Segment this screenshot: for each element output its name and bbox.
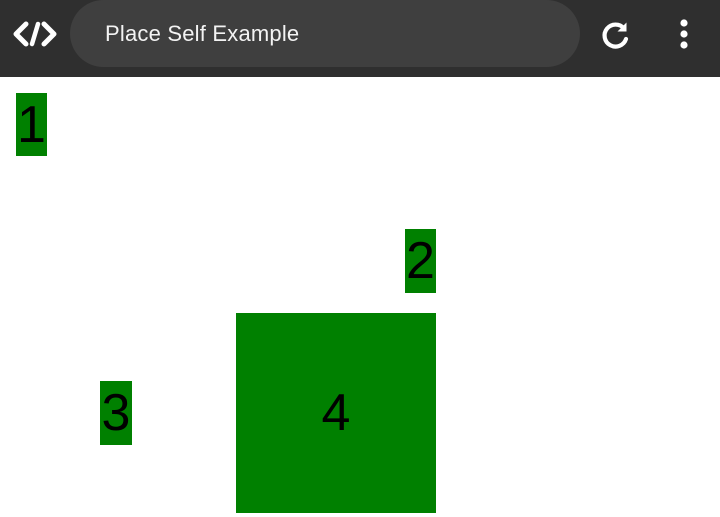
grid-item-1: 1	[16, 93, 47, 156]
page-title: Place Self Example	[105, 20, 300, 46]
code-brackets-icon[interactable]	[12, 16, 58, 52]
grid-item-3: 3	[100, 381, 132, 445]
page-title-bar: Place Self Example	[70, 0, 580, 67]
browser-toolbar: Place Self Example	[0, 0, 720, 77]
more-options-button[interactable]	[664, 14, 704, 54]
grid-item-4: 4	[236, 313, 436, 513]
grid-item-2: 2	[405, 229, 436, 293]
page-content: 1 2 3 4	[0, 77, 720, 517]
reload-icon	[602, 22, 629, 49]
more-vertical-icon	[680, 19, 688, 49]
reload-button[interactable]	[596, 17, 634, 55]
